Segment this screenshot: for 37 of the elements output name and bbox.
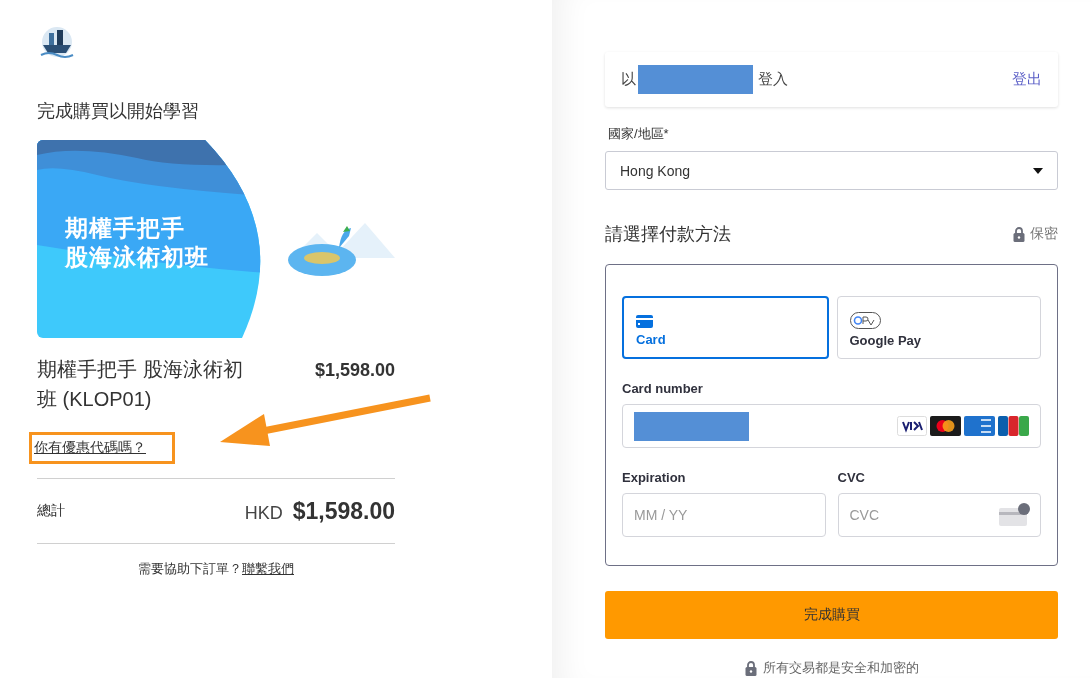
payment-title: 請選擇付款方法 bbox=[605, 223, 731, 246]
security-note: 所有交易都是安全和加密的 bbox=[762, 659, 919, 677]
card-brand-icon bbox=[897, 416, 927, 436]
country-select[interactable]: Hong Kong bbox=[605, 151, 1058, 190]
lock-icon bbox=[1013, 226, 1025, 242]
card-number-field[interactable] bbox=[622, 404, 1041, 448]
expiration-field[interactable]: MM / YY bbox=[622, 493, 826, 537]
help-text: 需要協助下訂單？聯繫我們 bbox=[137, 560, 295, 578]
promo-code-link[interactable]: 你有優惠代碼嗎？ bbox=[34, 439, 146, 455]
logout-link[interactable]: 登出 bbox=[1012, 70, 1042, 89]
payment-method-tab[interactable]: Google Pay bbox=[836, 296, 1041, 359]
product-price: $1,598.00 bbox=[314, 360, 395, 382]
wallet-logo-icon bbox=[849, 312, 881, 329]
page-heading: 完成購買以開始學習 bbox=[37, 100, 200, 123]
card-back-icon bbox=[999, 503, 1030, 527]
complete-purchase-button[interactable]: 完成購買 bbox=[605, 591, 1058, 639]
card-icon bbox=[636, 315, 653, 328]
total-label: 總計 bbox=[37, 502, 65, 520]
pool-float-drawing bbox=[288, 226, 356, 276]
card-brand-icon bbox=[964, 416, 995, 436]
expiration-label: Expiration bbox=[622, 470, 687, 485]
secure-label: 保密 bbox=[1030, 225, 1058, 243]
product-name: 期權手把手 股海泳術初班 (KLOP01) bbox=[37, 357, 244, 412]
card-number-label: Card number bbox=[622, 381, 704, 396]
total-amount: $1,598.00 bbox=[292, 497, 395, 525]
currency-code: HKD bbox=[244, 502, 283, 524]
login-suffix: 登入 bbox=[758, 70, 788, 89]
country-label: 國家/地區* bbox=[608, 125, 670, 143]
cvc-field[interactable]: CVC bbox=[837, 493, 1041, 537]
cvc-label: CVC bbox=[837, 470, 866, 485]
contact-link[interactable]: 聯繫我們 bbox=[242, 561, 294, 576]
dropdown-caret-icon bbox=[1033, 167, 1043, 174]
card-brand-icon bbox=[998, 416, 1029, 436]
login-prefix: 以 bbox=[621, 70, 636, 89]
payment-method-tab[interactable]: Card bbox=[622, 296, 829, 359]
banner-title: 期權手把手 股海泳術初班 bbox=[65, 214, 209, 272]
card-brand-icon bbox=[930, 416, 961, 436]
